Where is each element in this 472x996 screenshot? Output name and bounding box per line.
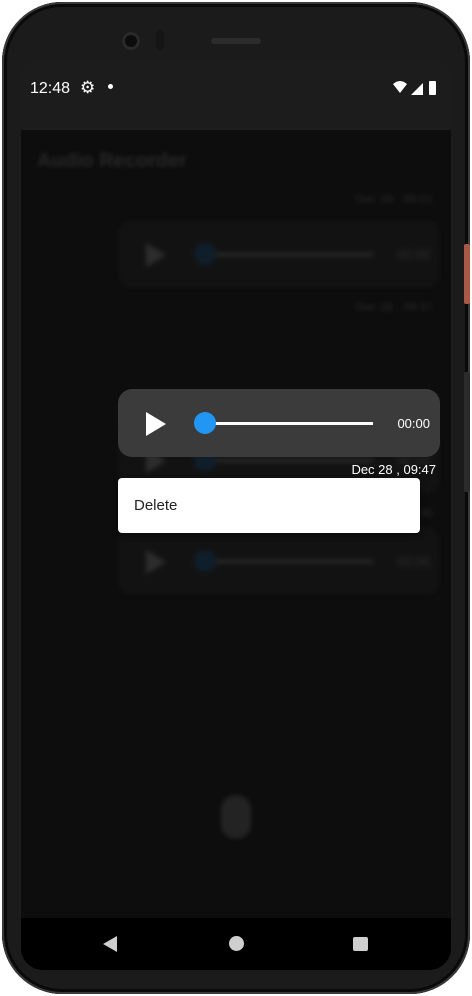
status-system-icons <box>393 81 436 95</box>
proximity-sensor <box>156 30 164 50</box>
recording-duration: 00:00 <box>397 247 430 262</box>
battery-icon <box>429 81 436 95</box>
back-icon[interactable] <box>103 936 117 952</box>
seek-thumb[interactable] <box>194 412 216 434</box>
recording-item[interactable]: 00:00 <box>118 527 440 595</box>
recording-item[interactable]: 00:00 <box>118 220 440 288</box>
play-icon[interactable] <box>146 412 166 436</box>
delete-menu-item[interactable]: Delete <box>134 497 177 514</box>
power-button <box>464 244 470 304</box>
home-icon[interactable] <box>229 936 244 951</box>
navigation-bar <box>21 918 451 970</box>
seek-track[interactable] <box>206 560 373 563</box>
recording-duration: 00:00 <box>397 554 430 569</box>
settings-icon: ⚙ <box>80 78 96 97</box>
recordings-page: Audio Recorder Dec 28 , 09:51 00:00 Dec … <box>21 130 451 918</box>
play-icon[interactable] <box>146 550 166 574</box>
play-icon[interactable] <box>146 243 166 267</box>
front-camera-icon <box>122 32 140 50</box>
wifi-icon <box>393 81 407 93</box>
seek-track[interactable] <box>206 459 373 462</box>
seek-track[interactable] <box>206 253 373 256</box>
selected-recording-date: Dec 28 , 09:47 <box>351 462 436 477</box>
seek-thumb[interactable] <box>194 243 216 265</box>
app-title: Audio Recorder <box>37 150 188 172</box>
cellular-signal-icon <box>411 83 423 95</box>
app-bar <box>21 114 451 130</box>
seek-thumb[interactable] <box>194 550 216 572</box>
earpiece-speaker <box>211 38 261 44</box>
device-screen: 12:48 ⚙ Audio Recorder Dec 28 , 09:51 00… <box>21 62 451 970</box>
microphone-icon[interactable] <box>221 795 251 839</box>
selected-recording-item[interactable]: 00:00 <box>118 389 440 457</box>
context-menu: Delete <box>118 478 420 533</box>
recording-date: Dec 28 , 09:51 <box>354 192 433 206</box>
recording-date: Dec 28 , 09:47 <box>354 300 433 314</box>
seek-track[interactable] <box>206 422 373 425</box>
status-time: 12:48 <box>30 80 71 97</box>
notification-dot-icon <box>108 84 113 89</box>
volume-button <box>464 372 470 492</box>
recording-duration: 00:00 <box>397 416 430 431</box>
recents-icon[interactable] <box>353 937 368 951</box>
phone-frame: 12:48 ⚙ Audio Recorder Dec 28 , 09:51 00… <box>2 2 470 994</box>
status-bar: 12:48 ⚙ <box>21 62 451 114</box>
